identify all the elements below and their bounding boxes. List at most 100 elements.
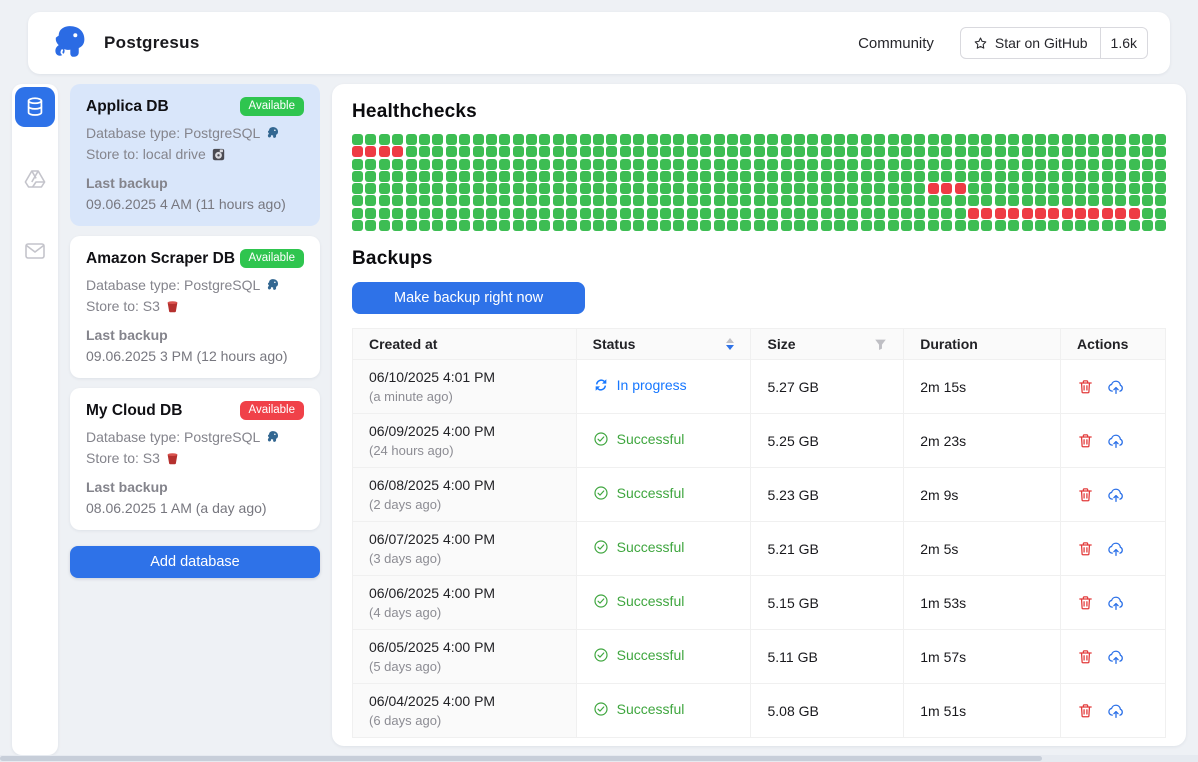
sidebar-item-databases[interactable] [15, 87, 55, 127]
restore-backup-button[interactable] [1107, 432, 1125, 450]
delete-backup-button[interactable] [1077, 648, 1094, 665]
healthcheck-cell [1022, 134, 1033, 145]
healthcheck-cell [365, 159, 376, 170]
healthcheck-cell [995, 183, 1006, 194]
delete-backup-button[interactable] [1077, 540, 1094, 557]
make-backup-button[interactable]: Make backup right now [352, 282, 585, 314]
healthcheck-cell [633, 159, 644, 170]
database-card[interactable]: Applica DB Available Database type: Post… [70, 84, 320, 226]
backup-duration: 1m 51s [904, 684, 1061, 738]
healthcheck-cell [1129, 171, 1140, 182]
healthcheck-cell [539, 208, 550, 219]
healthcheck-cell [553, 159, 564, 170]
healthcheck-cell [499, 183, 510, 194]
healthcheck-cell [392, 171, 403, 182]
github-star-button[interactable]: Star on GitHub 1.6k [960, 27, 1148, 59]
sort-toggle-icon[interactable] [726, 338, 734, 350]
healthcheck-cell [486, 195, 497, 206]
delete-backup-button[interactable] [1077, 486, 1094, 503]
healthcheck-cell [1022, 146, 1033, 157]
horizontal-scrollbar-thumb[interactable] [0, 756, 1042, 761]
healthcheck-cell [566, 134, 577, 145]
healthcheck-cell [620, 195, 631, 206]
filter-funnel-icon[interactable] [874, 338, 887, 351]
healthcheck-cell [1115, 195, 1126, 206]
healthcheck-cell [1048, 183, 1059, 194]
healthcheck-cell [647, 208, 658, 219]
healthcheck-cell [1048, 195, 1059, 206]
healthcheck-cell [981, 220, 992, 231]
restore-backup-button[interactable] [1107, 378, 1125, 396]
healthcheck-cell [995, 134, 1006, 145]
healthcheck-cell [740, 220, 751, 231]
app-header: Postgresus Community Star on GitHub 1.6k [28, 12, 1170, 74]
healthcheck-cell [446, 195, 457, 206]
sidebar-item-storage[interactable] [15, 159, 55, 199]
healthcheck-cell [968, 208, 979, 219]
healthcheck-cell [419, 146, 430, 157]
healthcheck-cell [459, 146, 470, 157]
restore-backup-button[interactable] [1107, 486, 1125, 504]
healthcheck-cell [781, 159, 792, 170]
healthcheck-cell [459, 171, 470, 182]
healthcheck-cell [406, 183, 417, 194]
healthcheck-cell [861, 134, 872, 145]
healthcheck-cell [406, 220, 417, 231]
column-header-status: Status [576, 329, 751, 360]
healthcheck-cell [807, 134, 818, 145]
healthcheck-cell [821, 159, 832, 170]
healthcheck-cell [914, 134, 925, 145]
backup-duration: 2m 5s [904, 522, 1061, 576]
healthcheck-cell [566, 146, 577, 157]
healthcheck-cell [379, 134, 390, 145]
healthcheck-cell [392, 146, 403, 157]
backup-status: Successful [617, 593, 685, 609]
healthcheck-cell [526, 195, 537, 206]
healthcheck-cell [593, 195, 604, 206]
delete-backup-button[interactable] [1077, 702, 1094, 719]
healthcheck-cell [513, 183, 524, 194]
healthcheck-cell [687, 220, 698, 231]
healthcheck-cell [606, 208, 617, 219]
healthcheck-cell [968, 220, 979, 231]
healthcheck-cell [633, 220, 644, 231]
healthcheck-cell [955, 146, 966, 157]
healthcheck-cell [968, 171, 979, 182]
restore-backup-button[interactable] [1107, 594, 1125, 612]
add-database-button[interactable]: Add database [70, 546, 320, 578]
healthcheck-cell [406, 134, 417, 145]
community-link[interactable]: Community [858, 35, 934, 52]
healthcheck-cell [486, 134, 497, 145]
healthcheck-cell [580, 220, 591, 231]
healthcheck-cell [1035, 146, 1046, 157]
delete-backup-button[interactable] [1077, 378, 1094, 395]
healthcheck-cell [379, 171, 390, 182]
healthcheck-cell [834, 195, 845, 206]
healthcheck-cell [1048, 220, 1059, 231]
healthcheck-cell [874, 183, 885, 194]
healthcheck-cell [392, 159, 403, 170]
healthcheck-cell [660, 195, 671, 206]
healthcheck-cell [1075, 159, 1086, 170]
healthcheck-cell [499, 171, 510, 182]
restore-backup-button[interactable] [1107, 702, 1125, 720]
healthcheck-cell [620, 146, 631, 157]
healthcheck-cell [352, 159, 363, 170]
healthcheck-cell [995, 159, 1006, 170]
delete-backup-button[interactable] [1077, 432, 1094, 449]
database-list: Applica DB Available Database type: Post… [70, 84, 320, 578]
success-check-icon [593, 431, 609, 447]
sidebar-item-notifiers[interactable] [15, 231, 55, 271]
healthcheck-cell [901, 208, 912, 219]
database-card[interactable]: My Cloud DB Available Database type: Pos… [70, 388, 320, 530]
healthcheck-cell [352, 195, 363, 206]
restore-backup-button[interactable] [1107, 540, 1125, 558]
mail-icon [23, 239, 47, 263]
healthcheck-cell [553, 220, 564, 231]
healthcheck-cell [955, 134, 966, 145]
backup-table-row: 06/07/2025 4:00 PM (3 days ago) Succe [353, 522, 1166, 576]
delete-backup-button[interactable] [1077, 594, 1094, 611]
healthcheck-cell [553, 134, 564, 145]
database-card[interactable]: Amazon Scraper DB Available Database typ… [70, 236, 320, 378]
restore-backup-button[interactable] [1107, 648, 1125, 666]
